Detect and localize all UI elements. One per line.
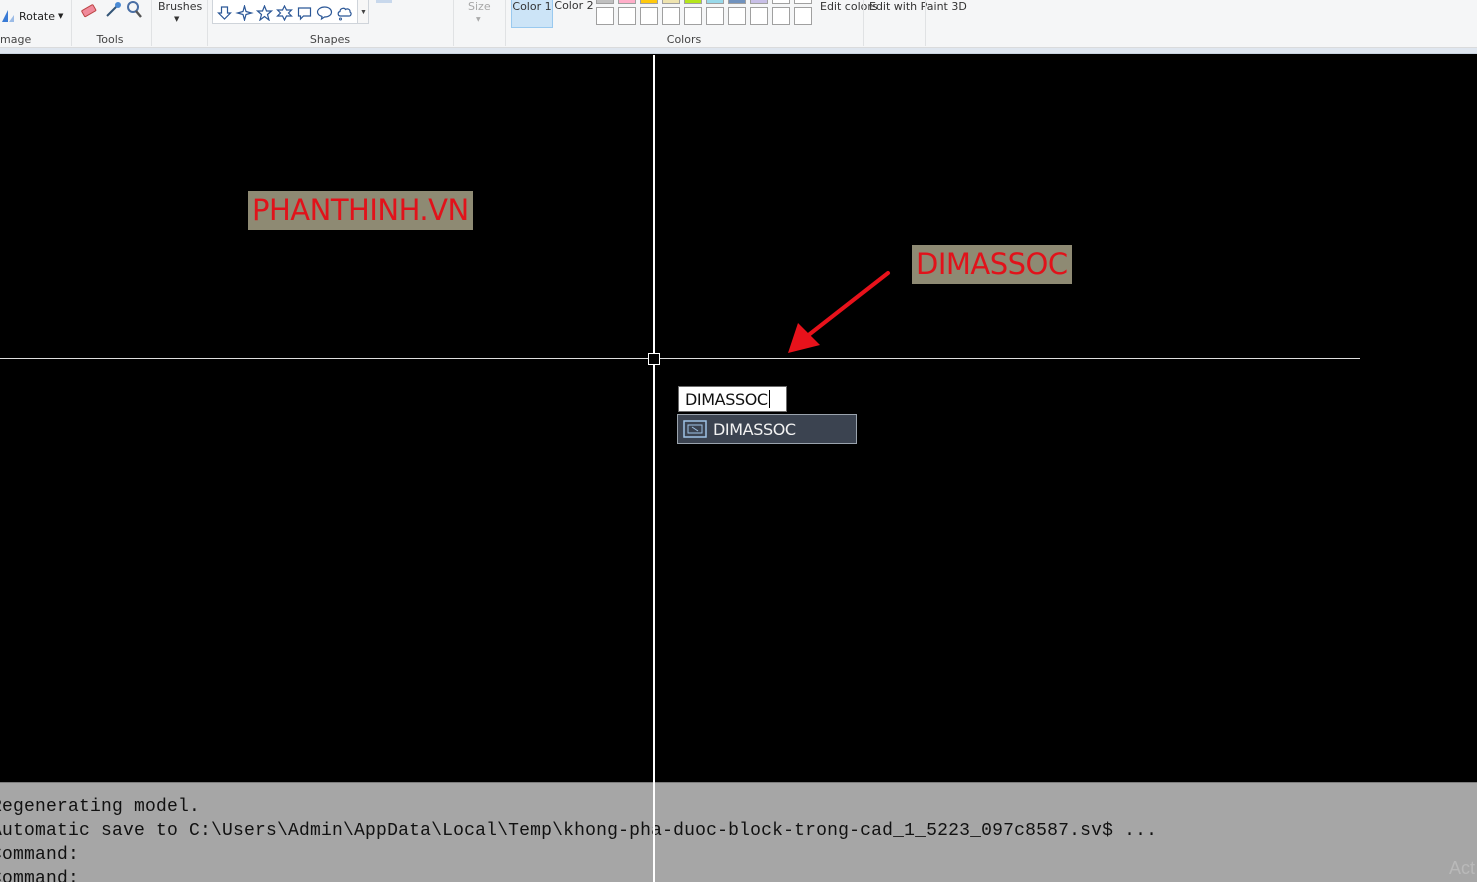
shapes-more-button[interactable]: ▼	[357, 0, 369, 24]
palette-swatch-empty[interactable]	[662, 7, 680, 25]
system-variable-icon	[683, 420, 707, 438]
palette-swatch-top[interactable]	[706, 0, 724, 4]
brushes-button[interactable]: Brushes	[158, 0, 202, 13]
palette-swatch-empty[interactable]	[750, 7, 768, 25]
palette-swatch-empty[interactable]	[772, 7, 790, 25]
color-picker-icon[interactable]	[103, 0, 123, 20]
outline-fill-button[interactable]	[376, 0, 392, 3]
color2-button[interactable]: Color 2	[553, 0, 595, 28]
brand-watermark-label: PHANTHINH.VN	[248, 191, 473, 230]
tools-group-label: Tools	[96, 33, 124, 46]
autocomplete-suggestion[interactable]: DIMASSOC	[677, 414, 857, 444]
palette-swatch-top[interactable]	[618, 0, 636, 4]
six-point-star-icon[interactable]	[275, 5, 294, 21]
command-history-line: Command:	[0, 845, 80, 865]
palette-swatch-top[interactable]	[596, 0, 614, 4]
cloud-callout-icon[interactable]	[335, 5, 354, 21]
palette-swatch-empty[interactable]	[596, 7, 614, 25]
ribbon-divider	[505, 0, 506, 46]
ribbon-bottom-border	[0, 48, 1477, 54]
four-point-star-icon[interactable]	[235, 5, 254, 21]
dropdown-arrow-icon: ▼	[58, 12, 64, 20]
oval-callout-icon[interactable]	[315, 5, 334, 21]
rotate-button[interactable]: Rotate ▼	[0, 8, 63, 24]
rotate-label: Rotate	[19, 9, 56, 23]
size-button[interactable]: Size	[468, 0, 491, 13]
command-history-line: Regenerating model.	[0, 797, 201, 817]
rect-callout-icon[interactable]	[295, 5, 314, 21]
cursor-pickbox	[648, 353, 660, 365]
palette-swatch-top[interactable]	[794, 0, 812, 4]
colors-group-label: Colors	[666, 33, 702, 46]
eraser-icon[interactable]	[79, 0, 99, 20]
ribbon-divider	[453, 0, 454, 46]
command-history-line: Command:	[0, 869, 80, 882]
command-history-panel: Regenerating model. Automatic save to C:…	[0, 782, 1477, 882]
ribbon-divider	[863, 0, 864, 46]
rotate-icon	[2, 10, 14, 22]
color1-button[interactable]: Color 1	[511, 0, 553, 28]
brushes-dropdown-icon[interactable]: ▼	[174, 13, 179, 26]
ribbon-divider	[71, 0, 72, 46]
palette-swatch-top[interactable]	[750, 0, 768, 4]
shapes-group-label: Shapes	[309, 33, 351, 46]
text-caret	[768, 390, 770, 408]
annotation-label: DIMASSOC	[912, 245, 1072, 284]
palette-swatch-top[interactable]	[728, 0, 746, 4]
palette-swatch-top[interactable]	[640, 0, 658, 4]
ribbon-divider	[151, 0, 152, 46]
arrow-down-shape-icon[interactable]	[215, 5, 234, 21]
edit-with-paint3d-button[interactable]: Edit with Paint 3D	[869, 0, 967, 13]
palette-swatch-top[interactable]	[684, 0, 702, 4]
ribbon-divider	[207, 0, 208, 46]
suggestion-label: DIMASSOC	[713, 419, 796, 439]
palette-swatch-empty[interactable]	[618, 7, 636, 25]
palette-swatch-empty[interactable]	[728, 7, 746, 25]
edit-colors-button[interactable]: Edit colors	[820, 0, 878, 13]
dynamic-input-field[interactable]: DIMASSOC	[678, 386, 787, 412]
shapes-gallery[interactable]	[212, 0, 358, 24]
crosshair-horizontal	[0, 358, 1360, 359]
five-point-star-icon[interactable]	[255, 5, 274, 21]
command-history-line: Automatic save to C:\Users\Admin\AppData…	[0, 821, 1158, 841]
crosshair-vertical	[653, 55, 655, 882]
palette-swatch-empty[interactable]	[684, 7, 702, 25]
size-dropdown-icon[interactable]: ▼	[476, 13, 481, 26]
ribbon-divider	[925, 0, 926, 46]
palette-swatch-top[interactable]	[662, 0, 680, 4]
palette-swatch-empty[interactable]	[640, 7, 658, 25]
magnifier-icon[interactable]	[125, 0, 145, 20]
image-group-label: mage	[0, 33, 32, 46]
activation-watermark: Act	[1448, 858, 1475, 878]
dynamic-input-text: DIMASSOC	[685, 390, 768, 409]
palette-swatch-empty[interactable]	[794, 7, 812, 25]
red-arrow-icon	[788, 271, 890, 353]
palette-swatch-top[interactable]	[772, 0, 790, 4]
palette-swatch-empty[interactable]	[706, 7, 724, 25]
paint-ribbon: Rotate ▼ mage Tools Brushes ▼ ▼ Shapes S…	[0, 0, 1477, 48]
